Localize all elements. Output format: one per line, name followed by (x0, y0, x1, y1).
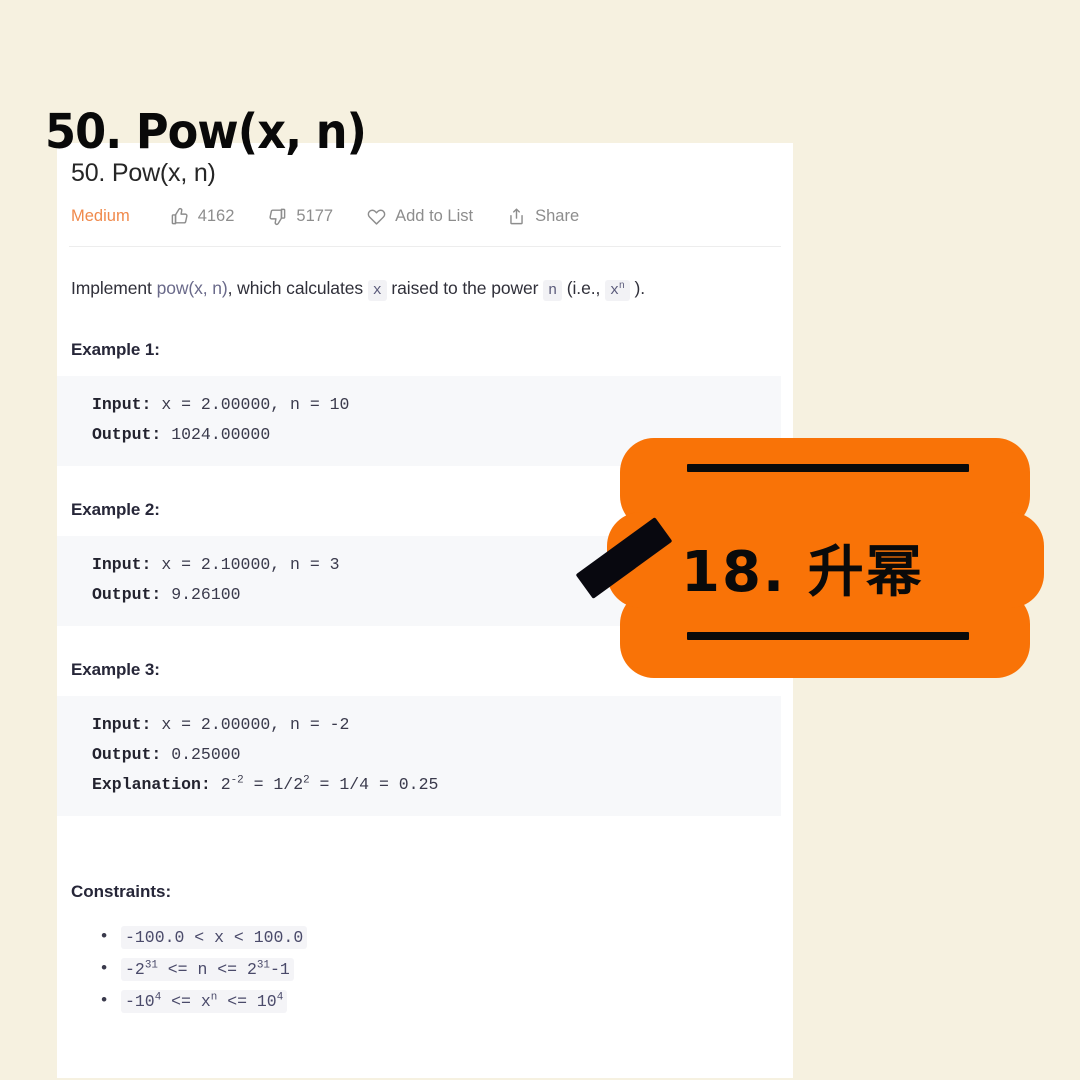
example-3-output-line: Output: 0.25000 (92, 740, 781, 770)
likes-button[interactable]: 4162 (170, 207, 235, 226)
desc-part-5: ). (629, 278, 645, 298)
example-3-explanation-label: Explanation: (92, 775, 211, 794)
dislikes-button[interactable]: 5177 (268, 207, 333, 226)
thumbs-up-icon (170, 207, 189, 226)
example-1-output-value: 1024.00000 (161, 425, 271, 444)
add-to-list-button[interactable]: Add to List (367, 207, 473, 226)
desc-code-n: n (543, 280, 563, 301)
heart-icon (367, 207, 386, 226)
example-1-heading: Example 1: (71, 340, 160, 359)
badge-rule-top (687, 464, 969, 472)
example-3-output-value: 0.25000 (161, 745, 241, 764)
example-3-input-value: x = 2.00000, n = -2 (151, 715, 350, 734)
desc-part-4: (i.e., (562, 278, 605, 298)
desc-code-x-pow-n: xn (605, 280, 630, 301)
share-label: Share (535, 207, 580, 225)
desc-part-1: Implement (71, 278, 157, 298)
add-to-list-label: Add to List (395, 207, 474, 225)
constraints-heading: Constraints: (71, 882, 172, 901)
dislikes-count: 5177 (296, 207, 334, 225)
desc-code-x-base: x (610, 282, 619, 299)
example-3-input-label: Input: (92, 715, 152, 734)
constraint-2: -104 <= xn <= 104 (121, 990, 288, 1013)
badge-label: 18. 升幂 (681, 540, 924, 605)
constraints-list: -100.0 < x < 100.0 -231 <= n <= 231-1 -1… (99, 922, 781, 1018)
list-item: -231 <= n <= 231-1 (99, 954, 781, 986)
badge-rule-bottom (687, 632, 969, 640)
desc-code-x: x (367, 280, 387, 301)
desc-code-n-exponent: n (618, 280, 625, 291)
problem-stats-row: Medium 4162 5177 Add to List Share (69, 193, 781, 226)
example-3-block: Input: x = 2.00000, n = -2 Output: 0.250… (57, 696, 781, 816)
example-2-input-value: x = 2.10000, n = 3 (151, 555, 340, 574)
screenshot-stage: 50. Pow(x, n) Medium 4162 5177 Add to Li… (0, 0, 1080, 1080)
overlay-title: 50. Pow(x, n) (45, 104, 367, 160)
example-2-output-value: 9.26100 (161, 585, 241, 604)
list-item: -104 <= xn <= 104 (99, 986, 781, 1018)
example-2-output-label: Output: (92, 585, 162, 604)
likes-count: 4162 (197, 207, 235, 225)
example-3-input-line: Input: x = 2.00000, n = -2 (92, 710, 781, 740)
thumbs-down-icon (268, 207, 287, 226)
share-icon (507, 207, 526, 226)
example-1-input-value: x = 2.00000, n = 10 (151, 395, 350, 414)
example-3-output-label: Output: (92, 745, 162, 764)
constraint-1: -231 <= n <= 231-1 (121, 958, 294, 981)
desc-part-2: , which calculates (227, 278, 368, 298)
desc-pow-signature: pow(x, n) (156, 278, 228, 298)
example-3-explanation-value: 2-2 = 1/22 = 1/4 = 0.25 (210, 774, 439, 794)
example-3-explanation-line: Explanation: 2-2 = 1/22 = 1/4 = 0.25 (92, 770, 781, 800)
constraint-0: -100.0 < x < 100.0 (121, 926, 308, 949)
difficulty-badge[interactable]: Medium (71, 207, 130, 226)
list-item: -100.0 < x < 100.0 (99, 922, 781, 954)
example-2-input-label: Input: (92, 555, 152, 574)
problem-description: Implement pow(x, n), which calculates x … (69, 247, 781, 306)
desc-part-3: raised to the power (386, 278, 544, 298)
share-button[interactable]: Share (507, 207, 579, 226)
difficulty-label: Medium (71, 207, 130, 225)
example-1-input-line: Input: x = 2.00000, n = 10 (92, 390, 781, 420)
example-1-input-label: Input: (92, 395, 152, 414)
example-1-output-label: Output: (92, 425, 162, 444)
